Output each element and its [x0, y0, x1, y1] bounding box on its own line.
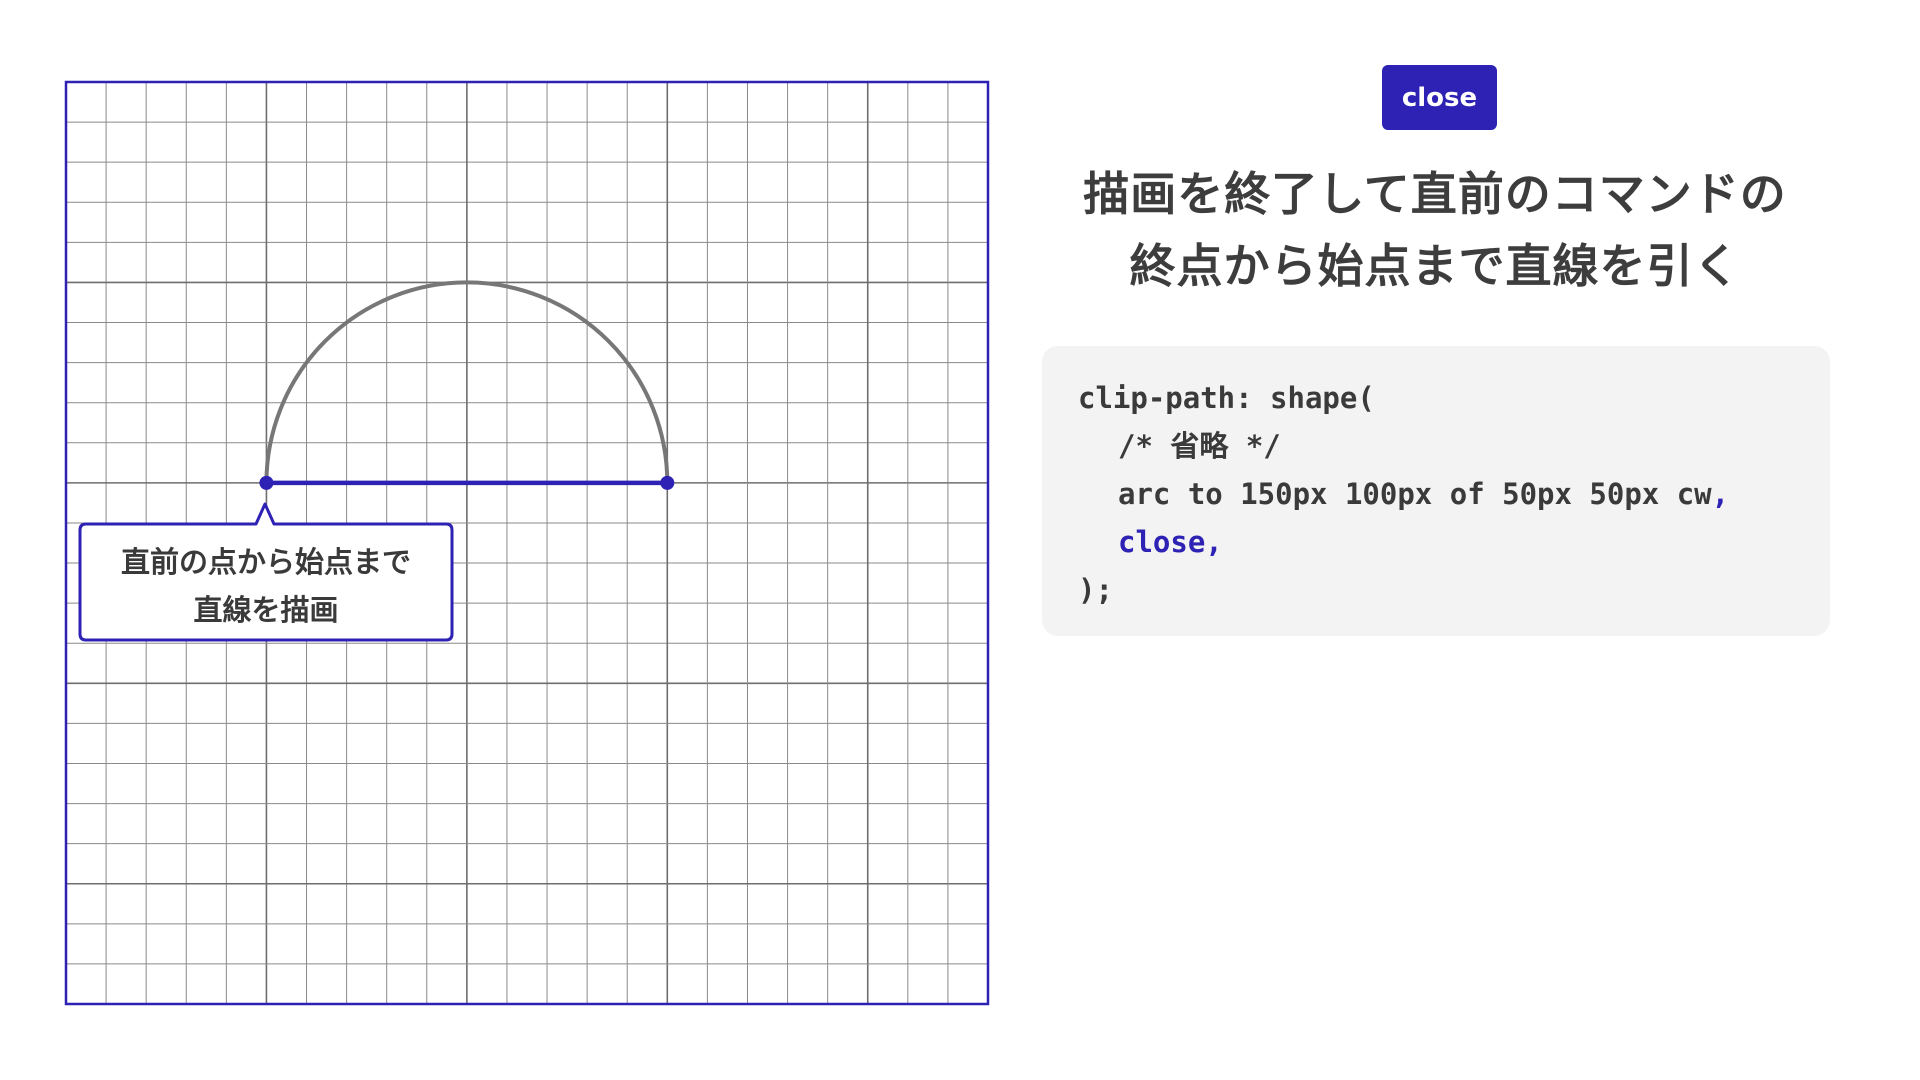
- slide: 直前の点から始点まで 直線を描画 close 描画を終了して直前のコマンドの 終…: [0, 0, 1920, 1080]
- title-line-1: 描画を終了して直前のコマンドの: [1083, 167, 1787, 221]
- start-point: [259, 475, 274, 490]
- code-text-5: );: [1078, 573, 1113, 607]
- code-line-3: arc to 150px 100px of 50px 50px cw,: [1078, 470, 1794, 518]
- code-text-1: clip-path: shape(: [1078, 381, 1375, 415]
- title-line-2: 終点から始点まで直線を引く: [1129, 239, 1741, 293]
- end-point: [660, 475, 675, 490]
- code-close-keyword: close,: [1118, 525, 1223, 559]
- code-line-4: close,: [1078, 518, 1794, 566]
- close-tag-button[interactable]: close: [1382, 65, 1497, 130]
- code-comment: /* 省略 */: [1118, 429, 1281, 463]
- code-line-1: clip-path: shape(: [1078, 374, 1794, 422]
- code-line-2: /* 省略 */: [1078, 422, 1794, 470]
- code-comma: ,: [1711, 477, 1730, 511]
- code-text-3: arc to 150px 100px of 50px 50px cw: [1118, 477, 1712, 511]
- callout-bubble: [78, 502, 454, 642]
- code-line-5: );: [1078, 566, 1794, 614]
- page-title: 描画を終了して直前のコマンドの 終点から始点まで直線を引く: [1040, 158, 1830, 302]
- code-block: clip-path: shape( /* 省略 */ arc to 150px 10…: [1042, 346, 1830, 636]
